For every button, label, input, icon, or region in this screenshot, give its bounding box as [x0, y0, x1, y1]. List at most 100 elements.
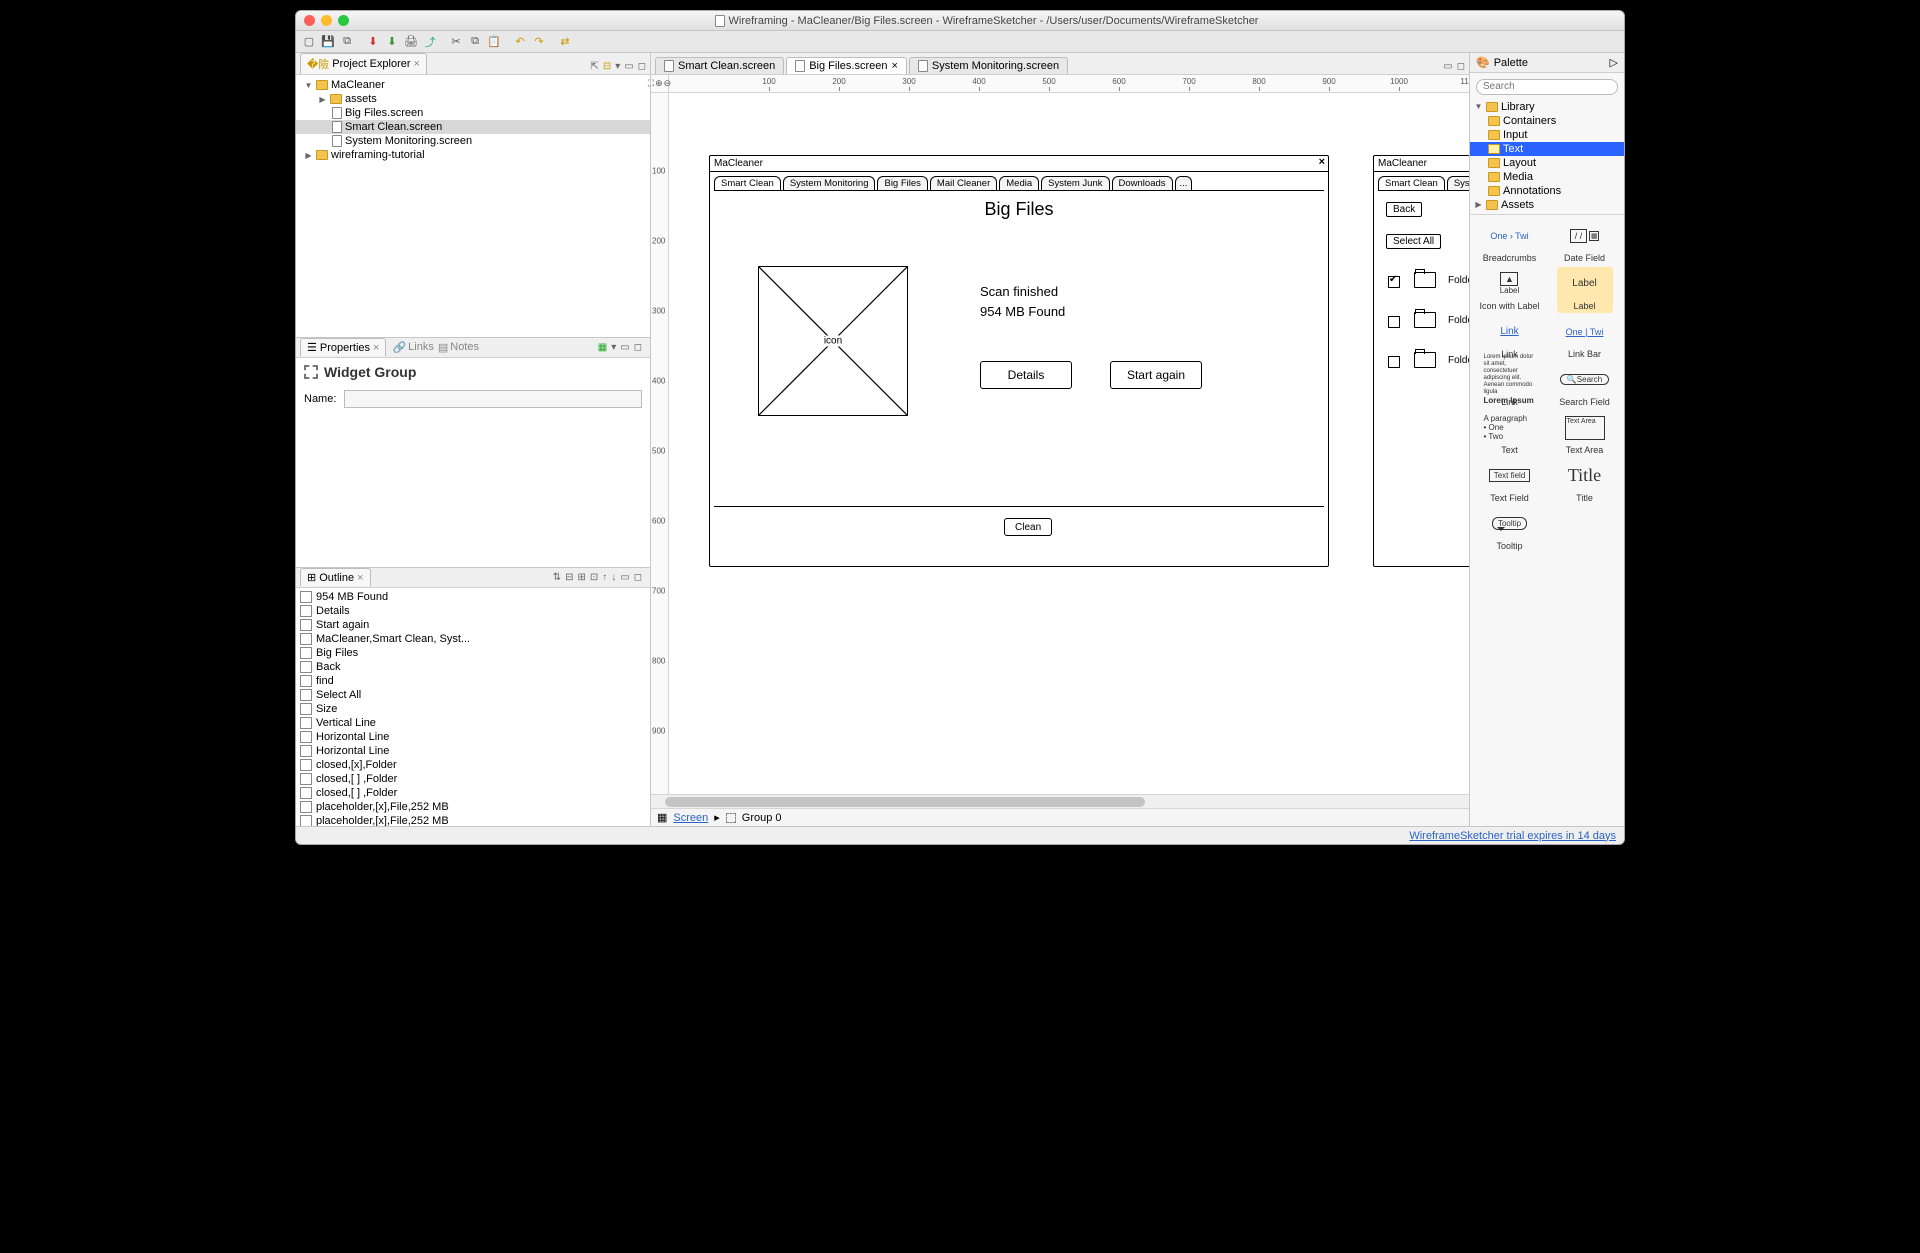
widget-textarea[interactable]: Text Area Text Area	[1557, 411, 1613, 457]
new-icon[interactable]: ▢	[300, 33, 318, 51]
collapse-icon[interactable]: ⊟	[603, 61, 611, 72]
outline-item[interactable]: closed,[ ] ,Folder	[300, 786, 646, 800]
widget-datefield[interactable]: / /▦ Date Field	[1557, 219, 1613, 265]
outline-item[interactable]: Back	[300, 660, 646, 674]
undo-icon[interactable]: ↶	[511, 33, 529, 51]
outline-item[interactable]: placeholder,[x],File,252 MB	[300, 814, 646, 827]
palette-search-input[interactable]	[1476, 79, 1618, 95]
sort-icon[interactable]: ⇅	[553, 572, 561, 583]
zoom-in-icon[interactable]: ⊕	[655, 78, 663, 89]
widget-tooltip[interactable]: Tooltip Tooltip	[1482, 507, 1538, 553]
zoom-fit-icon[interactable]: ⛶	[648, 78, 654, 89]
outline-tab[interactable]: ⊞Outline×	[300, 568, 371, 586]
down-icon[interactable]: ↓	[611, 572, 616, 583]
redo-icon[interactable]: ↷	[530, 33, 548, 51]
close-icon[interactable]: ×	[373, 342, 379, 354]
properties-tab[interactable]: ☰Properties×	[300, 338, 386, 356]
mockup-window-secondary[interactable]: MaCleaner Smart Clean System Back Select…	[1373, 155, 1469, 567]
outline-item[interactable]: placeholder,[x],File,252 MB	[300, 800, 646, 814]
palette-menu-icon[interactable]: ▷	[1610, 56, 1618, 69]
links-tab[interactable]: 🔗 Links	[392, 341, 433, 354]
minimize-view-icon[interactable]: ▭	[620, 342, 629, 353]
widget-text-lorem[interactable]: Lorem ipsum dolor sit amet, consectetuer…	[1482, 363, 1538, 409]
horizontal-scrollbar[interactable]	[651, 794, 1469, 808]
outline-item[interactable]: Size	[300, 702, 646, 716]
widget-label[interactable]: Label Label	[1557, 267, 1613, 313]
breadcrumb-screen[interactable]: Screen	[673, 812, 708, 824]
project-explorer-tree[interactable]: ▼ MaCleaner ▶ assets Big Files.screen Sm…	[296, 75, 650, 337]
outline-item[interactable]: Horizontal Line	[300, 730, 646, 744]
minimize-view-icon[interactable]: ▭	[620, 572, 629, 583]
view-menu-icon[interactable]: ▾	[615, 61, 620, 72]
editor-tab-bigfiles[interactable]: Big Files.screen ×	[786, 57, 907, 74]
close-icon[interactable]: ×	[414, 58, 420, 70]
widget-title[interactable]: Title Title	[1557, 459, 1613, 505]
tree-file-sysmon[interactable]: System Monitoring.screen	[296, 134, 650, 148]
outline-list[interactable]: 954 MB FoundDetailsStart againMaCleaner,…	[296, 588, 650, 827]
palette-media[interactable]: Media	[1470, 170, 1624, 184]
maximize-view-icon[interactable]: ◻	[634, 572, 642, 583]
up-icon[interactable]: ↑	[602, 572, 607, 583]
lock-icon[interactable]: ⊡	[590, 572, 598, 583]
outline-item[interactable]: closed,[x],Folder	[300, 758, 646, 772]
widget-textfield[interactable]: Text field Text Field	[1482, 459, 1538, 505]
palette-layout[interactable]: Layout	[1470, 156, 1624, 170]
minimize-window-button[interactable]	[321, 15, 332, 26]
toggle-icon[interactable]: ⇄	[556, 33, 574, 51]
mockup-window[interactable]: MaCleaner× Smart Clean System Monitoring…	[709, 155, 1329, 567]
filter-icon[interactable]: ⊟	[565, 572, 573, 583]
tree-file-bigfiles[interactable]: Big Files.screen	[296, 106, 650, 120]
widget-name-input[interactable]	[344, 390, 642, 408]
editor-tab-sysmon[interactable]: System Monitoring.screen	[909, 57, 1068, 74]
minimize-view-icon[interactable]: ▭	[624, 61, 633, 72]
outline-item[interactable]: Select All	[300, 688, 646, 702]
share-icon[interactable]: ⤴	[421, 33, 439, 51]
save-all-icon[interactable]: ⧉	[338, 33, 356, 51]
outline-item[interactable]: 954 MB Found	[300, 590, 646, 604]
outline-item[interactable]: Start again	[300, 618, 646, 632]
copy-icon[interactable]: ⧉	[466, 33, 484, 51]
close-icon[interactable]: ×	[357, 572, 363, 584]
view-menu-icon[interactable]: ▾	[611, 342, 616, 353]
zoom-window-button[interactable]	[338, 15, 349, 26]
palette-annotations[interactable]: Annotations	[1470, 184, 1624, 198]
widget-searchfield[interactable]: 🔍Search Search Field	[1557, 363, 1613, 409]
widget-breadcrumbs[interactable]: One › Twi Breadcrumbs	[1481, 219, 1539, 265]
print-icon[interactable]: 🖨	[402, 33, 420, 51]
outline-item[interactable]: Details	[300, 604, 646, 618]
palette-containers[interactable]: Containers	[1470, 114, 1624, 128]
palette-text[interactable]: Text	[1470, 142, 1624, 156]
project-explorer-tab[interactable]: �險 Project Explorer ×	[300, 53, 427, 74]
cut-icon[interactable]: ✂	[447, 33, 465, 51]
export-image-icon[interactable]: ⬇	[383, 33, 401, 51]
editor-tab-smartclean[interactable]: Smart Clean.screen	[655, 57, 784, 74]
canvas[interactable]: MaCleaner× Smart Clean System Monitoring…	[669, 93, 1469, 794]
close-tab-icon[interactable]: ×	[891, 60, 897, 72]
outline-item[interactable]: Big Files	[300, 646, 646, 660]
outline-item[interactable]: MaCleaner,Smart Clean, Syst...	[300, 632, 646, 646]
widget-linkbar[interactable]: One | Twi Link Bar	[1557, 315, 1613, 361]
tree-file-smartclean[interactable]: Smart Clean.screen	[296, 120, 650, 134]
maximize-view-icon[interactable]: ◻	[634, 342, 642, 353]
palette-library[interactable]: ▼Library	[1470, 100, 1624, 114]
new-property-icon[interactable]: ▦	[598, 342, 607, 353]
outline-item[interactable]: Vertical Line	[300, 716, 646, 730]
minimize-editor-icon[interactable]: ▭	[1443, 61, 1452, 72]
export-pdf-icon[interactable]: ⬇	[364, 33, 382, 51]
palette-assets[interactable]: ▶Assets	[1470, 198, 1624, 212]
tree-project[interactable]: ▼ MaCleaner	[296, 78, 650, 92]
maximize-editor-icon[interactable]: ◻	[1457, 61, 1465, 72]
save-icon[interactable]: 💾	[319, 33, 337, 51]
link-editor-icon[interactable]: ⇱	[590, 61, 598, 72]
widget-text-list[interactable]: A paragraph • One • Two Text	[1482, 411, 1538, 457]
trial-link[interactable]: WireframeSketcher trial expires in 14 da…	[1409, 830, 1616, 842]
expand-icon[interactable]: ⊞	[577, 572, 585, 583]
tree-folder-assets[interactable]: ▶ assets	[296, 92, 650, 106]
widget-iconlabel[interactable]: ▲ Label Icon with Label	[1477, 267, 1541, 313]
palette-input[interactable]: Input	[1470, 128, 1624, 142]
tree-project-wt[interactable]: ▶ wireframing-tutorial	[296, 148, 650, 162]
outline-item[interactable]: find	[300, 674, 646, 688]
palette-tree[interactable]: ▼Library Containers Input Text Layout Me…	[1470, 98, 1624, 215]
close-window-button[interactable]	[304, 15, 315, 26]
notes-tab[interactable]: ▤ Notes	[438, 341, 479, 354]
